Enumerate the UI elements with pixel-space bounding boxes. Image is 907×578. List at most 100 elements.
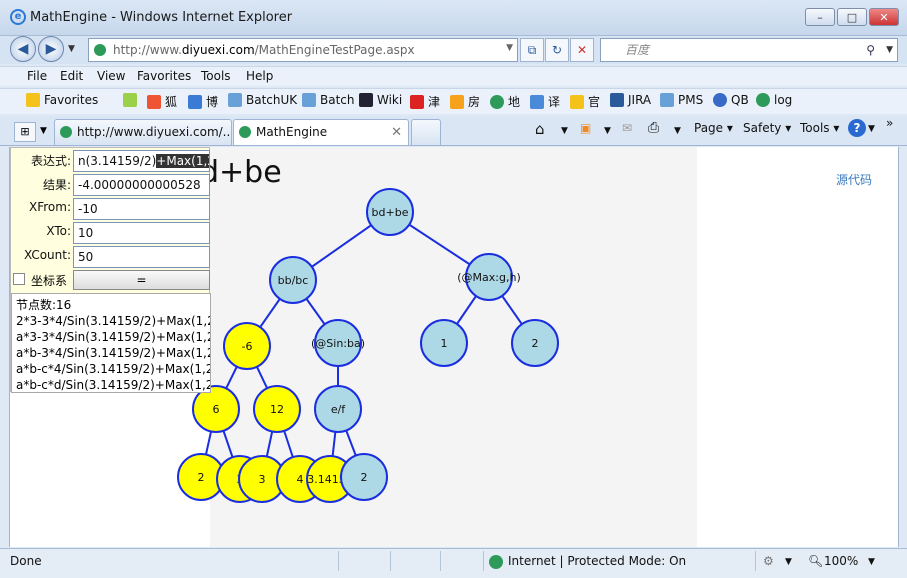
tree-node-label: 2 <box>532 337 539 350</box>
new-tab-button[interactable] <box>411 119 441 145</box>
tree-node-label: (@Sin:ba) <box>311 337 365 350</box>
fav-item-6[interactable]: 津 <box>410 93 440 110</box>
fav-item-10[interactable]: 官 <box>570 93 600 110</box>
history-dropdown-icon[interactable]: ▼ <box>68 44 75 54</box>
home-dropdown-icon[interactable]: ▼ <box>561 126 568 136</box>
tree-node-label: bd+be <box>372 206 409 219</box>
menu-file[interactable]: File <box>27 69 47 83</box>
globe-icon <box>239 126 251 138</box>
title-bar: e MathEngine - Windows Internet Explorer… <box>0 0 907 36</box>
search-placeholder: 百度 <box>625 43 650 57</box>
result-listbox[interactable]: 节点数:16 2*3-3*4/Sin(3.14159/2)+Max(1,2 a*3-… <box>11 293 211 393</box>
sohu-icon <box>147 94 161 109</box>
refresh-icon[interactable]: ↻ <box>545 38 569 62</box>
favorites-label: Favorites <box>44 93 99 107</box>
status-bar: Done Internet | Protected Mode: On ⚙ ▼ 🔍… <box>0 548 907 578</box>
tab-mathengine[interactable]: MathEngine ✕ <box>233 119 409 145</box>
address-bar[interactable]: http://www. diyuexi.com/MathEngineTestPag… <box>88 38 518 62</box>
menu-tools[interactable]: Tools <box>201 69 231 83</box>
quick-tabs-icon[interactable]: ⊞ <box>14 122 36 142</box>
fav-item-14[interactable]: log <box>756 93 792 107</box>
menu-favorites[interactable]: Favorites <box>137 69 191 83</box>
fav-item-2[interactable]: 博 <box>188 93 218 110</box>
tools-menu-label: Tools <box>800 121 830 135</box>
home-icon[interactable]: ⌂ <box>535 120 545 138</box>
fav-item-11[interactable]: JIRA <box>610 93 651 107</box>
print-dropdown-icon[interactable]: ▼ <box>674 126 681 136</box>
search-dropdown-icon[interactable]: ▼ <box>886 39 893 61</box>
zoom-icon[interactable]: 🔍︎ <box>808 554 823 568</box>
result-field[interactable]: -4.00000000000528 <box>73 174 210 196</box>
fav-item-4[interactable]: Batch <box>302 93 355 107</box>
compatibility-icon[interactable]: ⧉ <box>520 38 544 62</box>
address-dropdown-icon[interactable]: ▼ <box>506 43 513 53</box>
globe-icon <box>60 126 72 138</box>
help-icon[interactable]: ? <box>848 119 866 137</box>
house-icon <box>450 94 464 109</box>
back-icon[interactable]: ◀ <box>10 36 36 62</box>
page-icon <box>228 93 242 107</box>
print-icon[interactable]: ⎙ <box>648 120 659 136</box>
close-tab-icon[interactable]: ✕ <box>391 125 402 140</box>
tab-list-dropdown-icon[interactable]: ▼ <box>40 126 47 136</box>
zoom-dropdown-icon[interactable]: ▼ <box>868 557 875 567</box>
tab-diyuexi[interactable]: http://www.diyuexi.com/... <box>54 119 232 145</box>
internet-zone-icon <box>489 555 503 569</box>
wiki-icon <box>359 93 373 107</box>
protected-mode-icon[interactable]: ⚙ <box>763 554 774 568</box>
minimize-icon[interactable]: – <box>805 8 835 26</box>
fav-label: 津 <box>428 95 441 109</box>
chevron-right-icon[interactable]: » <box>886 116 893 130</box>
divider <box>483 551 484 571</box>
search-input[interactable]: 百度 ⚲ ▼ <box>600 38 898 62</box>
fav-item-5[interactable]: Wiki <box>359 93 402 107</box>
forward-icon[interactable]: ▶ <box>38 36 64 62</box>
add-favorite-icon[interactable] <box>123 93 141 107</box>
maximize-icon[interactable]: □ <box>837 8 867 26</box>
evaluate-button[interactable]: = <box>73 270 210 290</box>
status-text: Done <box>10 554 42 568</box>
list-item: 2*3-3*4/Sin(3.14159/2)+Max(1,2 <box>16 314 211 328</box>
fav-label: QB <box>731 93 749 107</box>
stop-icon[interactable]: ✕ <box>570 38 594 62</box>
mail-icon[interactable]: ✉ <box>622 121 632 135</box>
help-dropdown-icon[interactable]: ▼ <box>868 124 875 134</box>
address-path: /MathEngineTestPage.aspx <box>254 43 415 57</box>
tools-menu[interactable]: Tools ▾ <box>800 121 839 135</box>
safety-menu[interactable]: Safety ▾ <box>743 121 791 135</box>
fav-item-13[interactable]: QB <box>713 93 749 107</box>
xcount-input[interactable]: 50 <box>73 246 210 268</box>
menu-edit[interactable]: Edit <box>60 69 83 83</box>
menu-view[interactable]: View <box>97 69 125 83</box>
fav-item-9[interactable]: 译 <box>530 93 560 110</box>
address-domain: diyuexi.com <box>181 43 255 57</box>
expression-input[interactable]: n(3.14159/2)+Max(1,2) <box>73 150 210 172</box>
menu-help[interactable]: Help <box>246 69 273 83</box>
fav-item-1[interactable]: 狐 <box>147 93 177 110</box>
xto-input[interactable]: 10 <box>73 222 210 244</box>
page-globe-icon <box>94 44 106 56</box>
fav-item-8[interactable]: 地 <box>490 93 520 110</box>
feeds-icon[interactable]: ▣ <box>580 121 591 135</box>
fav-item-3[interactable]: BatchUK <box>228 93 297 107</box>
tab-label: MathEngine <box>256 125 328 139</box>
zoom-level[interactable]: 100% <box>824 554 858 568</box>
feeds-dropdown-icon[interactable]: ▼ <box>604 126 611 136</box>
coordinate-checkbox[interactable] <box>13 273 25 285</box>
tree-node-label: 3 <box>259 473 266 486</box>
fav-item-7[interactable]: 房 <box>450 93 480 110</box>
window-controls: – □ ✕ <box>803 8 899 26</box>
favorites-button[interactable]: Favorites <box>26 93 98 107</box>
list-item: a*b-c*d/Sin(3.14159/2)+Max(1,2 <box>16 378 211 392</box>
tree-node-label: 12 <box>270 403 284 416</box>
xfrom-input[interactable]: -10 <box>73 198 210 220</box>
expr-text: n(3.14159/2) <box>78 154 157 168</box>
search-icon[interactable]: ⚲ <box>866 39 875 61</box>
page-menu[interactable]: Page ▾ <box>694 121 733 135</box>
fav-item-12[interactable]: PMS <box>660 93 703 107</box>
add-star-icon <box>123 93 137 107</box>
navigation-bar: ◀ ▶ ▼ http://www. diyuexi.com/MathEngineT… <box>0 36 907 64</box>
close-window-icon[interactable]: ✕ <box>869 8 899 26</box>
protected-dropdown-icon[interactable]: ▼ <box>785 557 792 567</box>
jira-icon <box>610 93 624 107</box>
